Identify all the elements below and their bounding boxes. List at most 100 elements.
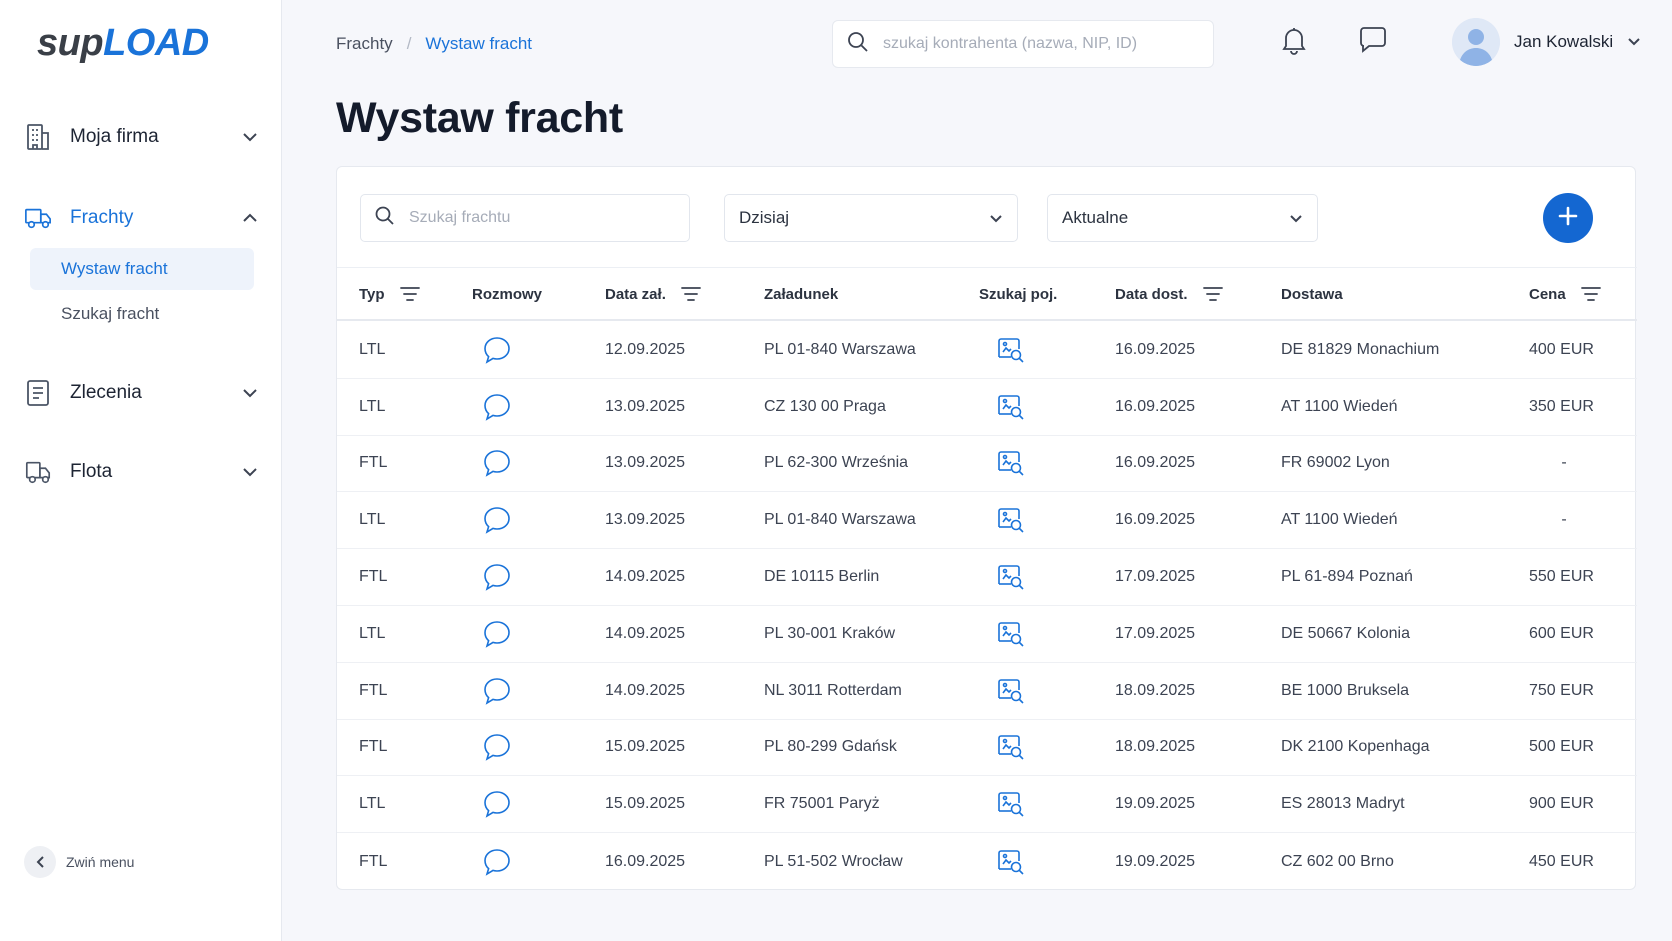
column-header-data-zal: Data zał.: [605, 268, 702, 320]
table-row[interactable]: LTL 13.09.2025 PL 01-840 Warszawa 16.09.…: [337, 492, 1637, 550]
cell-cena: 900 EUR: [1529, 795, 1594, 813]
column-header-dostawa: Dostawa: [1281, 268, 1343, 320]
cell-typ: FTL: [359, 852, 388, 870]
cell-data-dost: 16.09.2025: [1115, 397, 1196, 415]
user-menu[interactable]: Jan Kowalski: [1452, 16, 1641, 68]
logo[interactable]: supLOAD: [37, 22, 209, 65]
cell-cena: 750 EUR: [1529, 681, 1594, 699]
cell-dostawa: DE 81829 Monachium: [1281, 340, 1440, 358]
contractor-search-input[interactable]: [883, 35, 1183, 53]
notifications-button[interactable]: [1278, 26, 1310, 58]
cell-zaladunek: NL 3011 Rotterdam: [764, 681, 902, 699]
sidebar-item-frachty[interactable]: Frachty: [24, 198, 260, 238]
chat-bubble-icon[interactable]: [482, 379, 512, 435]
cell-zaladunek: DE 10115 Berlin: [764, 568, 880, 586]
breadcrumb-parent[interactable]: Frachty: [336, 34, 393, 54]
chat-bubble-icon[interactable]: [482, 492, 512, 548]
search-vehicle-icon[interactable]: [995, 549, 1025, 605]
truck-icon: [24, 204, 52, 232]
chat-bubble-icon[interactable]: [482, 720, 512, 776]
column-header-label: Typ: [359, 285, 385, 303]
search-vehicle-icon[interactable]: [995, 776, 1025, 832]
cell-data-zal: 16.09.2025: [605, 852, 686, 870]
table-row[interactable]: FTL 15.09.2025 PL 80-299 Gdańsk 18.09.20…: [337, 720, 1637, 777]
date-filter-value: Dzisiaj: [739, 208, 790, 227]
search-vehicle-icon[interactable]: [995, 436, 1025, 492]
column-header-label: Data zał.: [605, 285, 666, 303]
cell-data-dost: 17.09.2025: [1115, 624, 1196, 642]
search-vehicle-icon[interactable]: [995, 379, 1025, 435]
search-vehicle-icon[interactable]: [995, 663, 1025, 719]
sidebar-subitem-szukaj-fracht[interactable]: Szukaj fracht: [30, 293, 254, 335]
column-header-label: Dostawa: [1281, 285, 1343, 303]
add-freight-button[interactable]: [1543, 193, 1593, 243]
chevron-down-icon: [989, 208, 1003, 228]
chat-bubble-icon[interactable]: [482, 322, 512, 378]
plus-icon: [1557, 205, 1579, 232]
cell-data-dost: 16.09.2025: [1115, 454, 1196, 472]
cell-typ: FTL: [359, 454, 388, 472]
cell-zaladunek: FR 75001 Paryż: [764, 795, 880, 813]
sidebar-subitem-wystaw-fracht[interactable]: Wystaw fracht: [30, 248, 254, 290]
chat-bubble-icon[interactable]: [482, 436, 512, 492]
status-filter-select[interactable]: Aktualne: [1047, 194, 1318, 242]
filter-icon[interactable]: [1580, 286, 1602, 302]
cell-typ: LTL: [359, 397, 386, 415]
sidebar-item-zlecenia[interactable]: Zlecenia: [24, 373, 260, 413]
sidebar-item-label: Zlecenia: [70, 382, 142, 403]
table-row[interactable]: LTL 12.09.2025 PL 01-840 Warszawa 16.09.…: [337, 322, 1637, 379]
chevron-left-icon: [24, 846, 56, 878]
cell-cena: 550 EUR: [1529, 568, 1594, 586]
cell-typ: FTL: [359, 738, 388, 756]
contractor-search: [832, 20, 1214, 68]
cell-data-zal: 15.09.2025: [605, 795, 686, 813]
cell-dostawa: DE 50667 Kolonia: [1281, 624, 1410, 642]
chat-bubble-icon[interactable]: [482, 663, 512, 719]
table-row[interactable]: FTL 13.09.2025 PL 62-300 Września 16.09.…: [337, 436, 1637, 493]
sidebar-item-flota[interactable]: Flota: [24, 452, 260, 492]
table-row[interactable]: LTL 15.09.2025 FR 75001 Paryż 19.09.2025…: [337, 776, 1637, 834]
cell-data-zal: 13.09.2025: [605, 454, 686, 472]
table-row[interactable]: FTL 14.09.2025 NL 3011 Rotterdam 18.09.2…: [337, 663, 1637, 720]
messages-button[interactable]: [1357, 26, 1389, 58]
search-vehicle-icon[interactable]: [995, 720, 1025, 776]
date-filter-select[interactable]: Dzisiaj: [724, 194, 1018, 242]
filter-icon[interactable]: [680, 286, 702, 302]
cell-typ: LTL: [359, 340, 386, 358]
filter-icon[interactable]: [399, 286, 421, 302]
cell-data-zal: 14.09.2025: [605, 568, 686, 586]
cell-cena: -: [1561, 454, 1567, 472]
search-vehicle-icon[interactable]: [995, 606, 1025, 662]
search-vehicle-icon[interactable]: [995, 492, 1025, 548]
collapse-menu-button[interactable]: Zwiń menu: [24, 846, 134, 878]
chat-bubble-icon[interactable]: [482, 833, 512, 890]
search-vehicle-icon[interactable]: [995, 833, 1025, 890]
chat-bubble-icon[interactable]: [482, 549, 512, 605]
fleet-truck-icon: [24, 458, 52, 486]
cell-cena: 350 EUR: [1529, 397, 1594, 415]
sidebar-item-moja-firma[interactable]: Moja firma: [24, 117, 260, 157]
column-header-label: Załadunek: [764, 285, 839, 303]
table-row[interactable]: LTL 14.09.2025 PL 30-001 Kraków 17.09.20…: [337, 606, 1637, 663]
chat-icon: [1358, 25, 1388, 60]
cell-data-dost: 19.09.2025: [1115, 795, 1196, 813]
freight-search-input[interactable]: [409, 209, 669, 227]
search-icon: [375, 206, 395, 231]
column-header-zaladunek: Załadunek: [764, 268, 838, 320]
collapse-menu-label: Zwiń menu: [66, 854, 135, 870]
table-row[interactable]: FTL 14.09.2025 DE 10115 Berlin 17.09.202…: [337, 549, 1637, 606]
search-vehicle-icon[interactable]: [995, 322, 1025, 378]
table-row[interactable]: LTL 13.09.2025 CZ 130 00 Praga 16.09.202…: [337, 379, 1637, 436]
filter-icon[interactable]: [1202, 286, 1224, 302]
column-header-typ: Typ: [359, 268, 421, 320]
table-row[interactable]: FTL 16.09.2025 PL 51-502 Wrocław 19.09.2…: [337, 833, 1637, 890]
cell-dostawa: DK 2100 Kopenhaga: [1281, 738, 1430, 756]
status-filter-value: Aktualne: [1062, 208, 1129, 227]
sidebar-item-label: Frachty: [70, 207, 134, 228]
chat-bubble-icon[interactable]: [482, 776, 512, 832]
cell-typ: LTL: [359, 624, 386, 642]
column-header-szukaj-poj: Szukaj poj.: [979, 268, 1057, 320]
chat-bubble-icon[interactable]: [482, 606, 512, 662]
cell-data-zal: 14.09.2025: [605, 624, 686, 642]
column-header-label: Rozmowy: [472, 285, 543, 303]
